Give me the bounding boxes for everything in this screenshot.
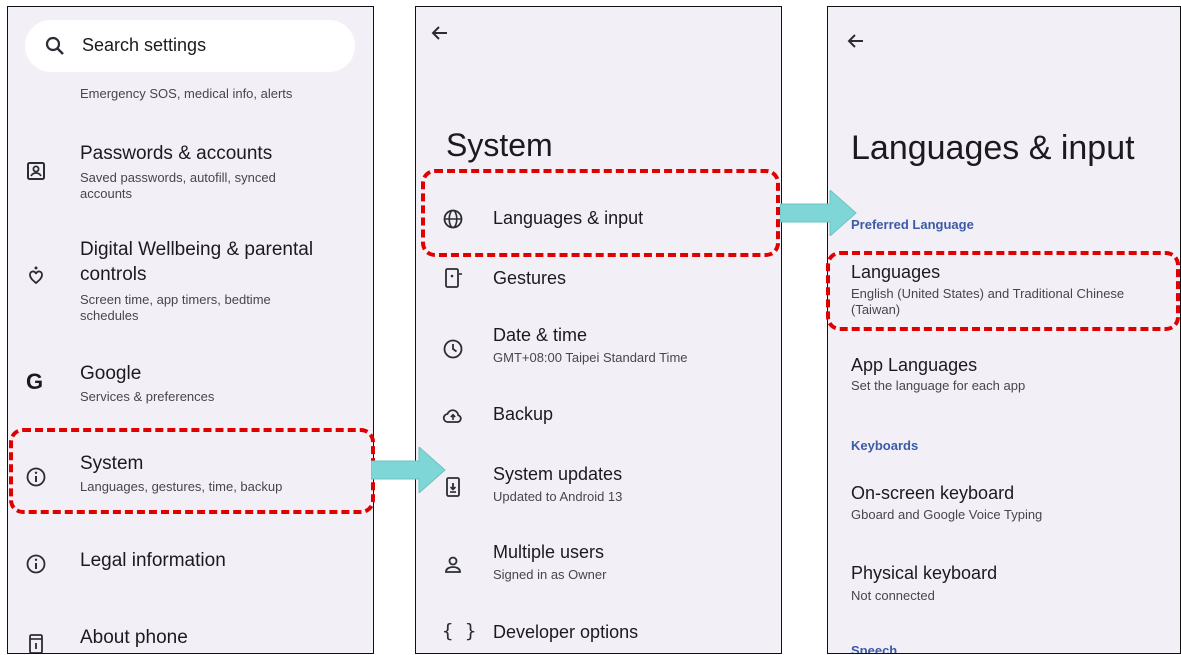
item-title: Date & time: [493, 325, 588, 345]
highlight-languages-input-item: [421, 169, 780, 257]
system-item-updates[interactable]: System updates Updated to Android 13: [416, 461, 781, 511]
item-subtitle: Screen time, app timers, bedtime schedul…: [80, 292, 271, 323]
page-title: Languages & input: [851, 129, 1135, 167]
app-languages-item[interactable]: App Languages Set the language for each …: [828, 353, 1180, 403]
braces-icon: { }: [442, 620, 477, 642]
item-title: Gestures: [493, 268, 567, 288]
section-header-keyboards: Keyboards: [851, 438, 919, 453]
physical-keyboard-item[interactable]: Physical keyboard Not connected: [828, 561, 1180, 611]
section-header-speech: Speech: [851, 643, 898, 654]
settings-item-google[interactable]: G Google Services & preferences: [8, 363, 373, 413]
item-title: Backup: [493, 404, 554, 424]
item-subtitle: Not connected: [851, 588, 935, 603]
arrow-to-system-panel: [371, 447, 446, 493]
item-title: Google: [80, 363, 142, 384]
item-title: Digital Wellbeing & parental controls: [80, 239, 314, 285]
item-title: Legal information: [80, 550, 226, 571]
safety-subtitle[interactable]: Emergency SOS, medical info, alerts: [80, 86, 292, 102]
item-subtitle: Services & preferences: [80, 389, 215, 404]
item-subtitle: Updated to Android 13: [493, 489, 623, 504]
item-title: Multiple users: [493, 542, 605, 562]
clock-icon: [441, 337, 465, 361]
gesture-phone-icon: [441, 266, 465, 290]
system-item-developer-options[interactable]: { } Developer options: [416, 617, 781, 653]
system-settings-panel: System Languages & input Gestures Date &…: [415, 6, 782, 654]
item-title: Passwords & accounts: [80, 143, 273, 164]
wellbeing-icon: [24, 263, 48, 287]
settings-item-digital-wellbeing[interactable]: Digital Wellbeing & parental controls Sc…: [8, 233, 373, 323]
search-bar[interactable]: Search settings: [25, 20, 355, 72]
arrow-to-languages-panel: [780, 190, 857, 236]
page-title: System: [446, 127, 553, 163]
info-icon: [24, 552, 48, 576]
person-icon: [441, 553, 465, 577]
item-title: App Languages: [851, 355, 978, 375]
item-subtitle: Signed in as Owner: [493, 567, 607, 582]
section-header-preferred-language: Preferred Language: [851, 217, 974, 232]
item-subtitle: Saved passwords, autofill, synced accoun…: [80, 170, 276, 201]
phone-icon: [24, 632, 48, 653]
item-title: About phone: [80, 627, 188, 648]
item-subtitle: Gboard and Google Voice Typing: [851, 507, 1043, 522]
back-arrow-icon[interactable]: [844, 29, 868, 53]
search-icon: [43, 34, 67, 58]
highlight-languages-item: [826, 251, 1180, 331]
settings-main-panel: Search settings Emergency SOS, medical i…: [7, 6, 374, 654]
on-screen-keyboard-item[interactable]: On-screen keyboard Gboard and Google Voi…: [828, 481, 1180, 531]
back-arrow-icon[interactable]: [428, 21, 452, 45]
item-title: On-screen keyboard: [851, 483, 1015, 503]
account-box-icon: [24, 159, 48, 183]
system-item-gestures[interactable]: Gestures: [416, 259, 781, 299]
system-item-multiple-users[interactable]: Multiple users Signed in as Owner: [416, 539, 781, 589]
google-icon: G: [26, 369, 44, 394]
item-subtitle: Set the language for each app: [851, 378, 1026, 393]
system-item-backup[interactable]: Backup: [416, 397, 781, 437]
item-title: Physical keyboard: [851, 563, 998, 583]
settings-item-about-phone[interactable]: About phone: [8, 625, 373, 653]
system-item-date-time[interactable]: Date & time GMT+08:00 Taipei Standard Ti…: [416, 323, 781, 373]
search-placeholder: Search settings: [82, 35, 207, 55]
item-subtitle: GMT+08:00 Taipei Standard Time: [493, 350, 688, 365]
item-title: Developer options: [493, 622, 639, 642]
settings-item-passwords[interactable]: Passwords & accounts Saved passwords, au…: [8, 137, 373, 207]
settings-item-legal[interactable]: Legal information: [8, 547, 373, 581]
item-title: System updates: [493, 464, 623, 484]
highlight-system-item: [9, 428, 375, 514]
cloud-upload-icon: [441, 404, 465, 428]
